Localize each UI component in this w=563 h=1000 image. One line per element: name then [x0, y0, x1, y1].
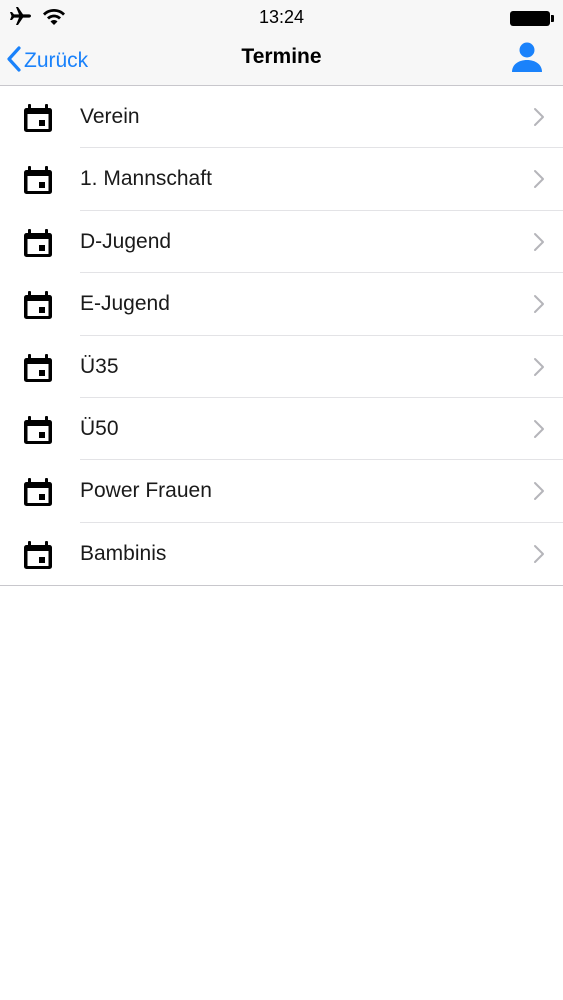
chevron-right-icon [533, 544, 545, 564]
team-list: Verein 1. Mannschaft D-Jugend E-Jugend Ü35 Ü5… [0, 86, 563, 587]
list-item[interactable]: 1. Mannschaft [0, 148, 563, 211]
list-item-label: 1. Mannschaft [80, 167, 212, 191]
chevron-right-icon [533, 107, 545, 127]
chevron-right-icon [533, 481, 545, 501]
profile-button[interactable] [509, 39, 545, 75]
calendar-icon [22, 414, 54, 446]
calendar-icon [22, 289, 54, 321]
list-item[interactable]: E-Jugend [0, 273, 563, 336]
screen: 13:24 Zurück Termine Verein 1. Mannschaf… [0, 0, 563, 1000]
list-item-label: E-Jugend [80, 292, 170, 316]
list-item-label: Verein [80, 105, 140, 128]
calendar-icon [22, 227, 54, 259]
calendar-icon [22, 476, 54, 508]
battery-icon [510, 11, 554, 26]
status-bar: 13:24 [0, 0, 563, 36]
chevron-right-icon [533, 419, 545, 439]
list-item[interactable]: Bambinis [0, 523, 563, 585]
list-item-label: Ü35 [80, 354, 119, 378]
chevron-right-icon [533, 232, 545, 252]
chevron-right-icon [533, 169, 545, 189]
list-item-label: Power Frauen [80, 479, 212, 503]
chevron-right-icon [533, 294, 545, 314]
calendar-icon [22, 352, 54, 384]
list-item-label: Ü50 [80, 416, 119, 440]
chevron-right-icon [533, 357, 545, 377]
calendar-icon [22, 539, 54, 571]
navigation-bar: Zurück Termine [0, 36, 563, 86]
list-item-label: D-Jugend [80, 229, 172, 253]
list-item[interactable]: Ü50 [0, 398, 563, 461]
status-time: 13:24 [258, 7, 305, 27]
list-item-label: Bambinis [80, 541, 167, 565]
list-item[interactable]: Power Frauen [0, 460, 563, 523]
list-item[interactable]: Verein [0, 86, 563, 149]
list-item[interactable]: Ü35 [0, 336, 563, 398]
calendar-icon [22, 102, 54, 134]
person-icon [509, 42, 545, 79]
list-item[interactable]: D-Jugend [0, 211, 563, 274]
calendar-icon [22, 164, 54, 196]
page-title: Termine [241, 45, 322, 68]
